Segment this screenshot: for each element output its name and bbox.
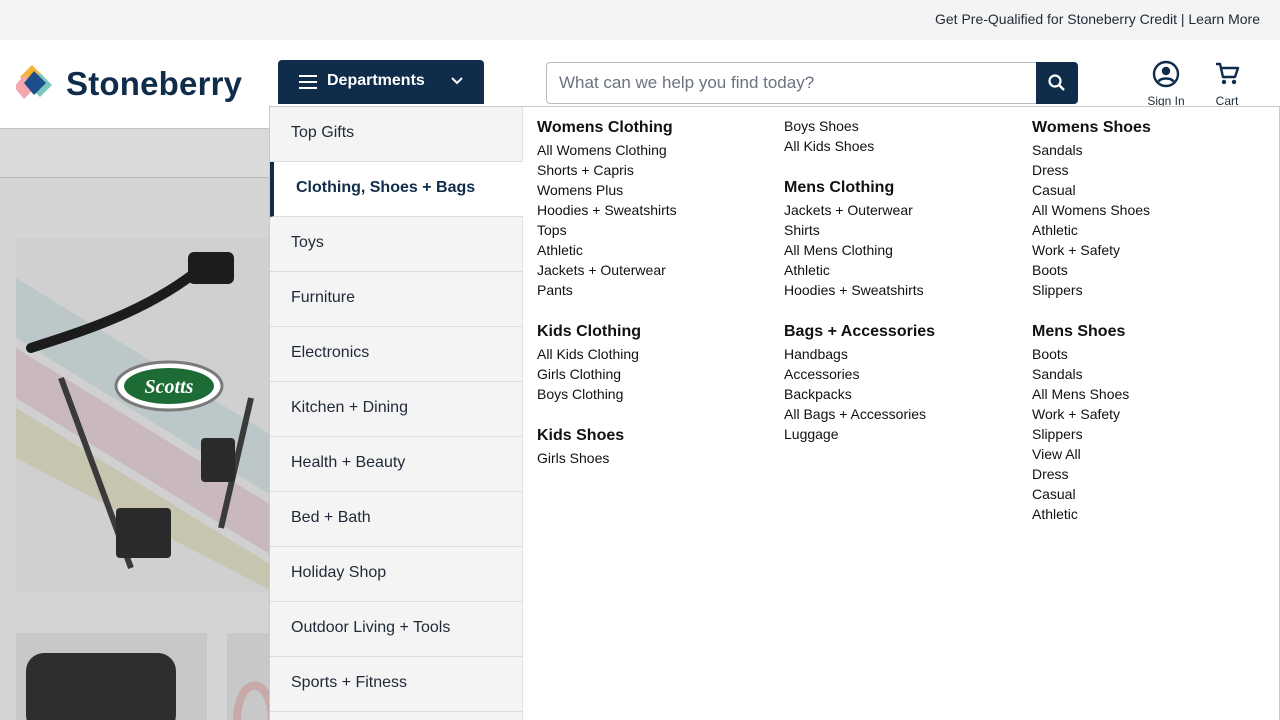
menu-link[interactable]: Womens Plus: [537, 182, 623, 198]
search-input[interactable]: [546, 62, 1036, 104]
group-title-bags-accessories[interactable]: Bags + Accessories: [784, 323, 935, 341]
menu-link[interactable]: All Kids Shoes: [784, 138, 874, 154]
departments-button[interactable]: Departments: [278, 60, 484, 104]
brand-name: Stoneberry: [66, 65, 243, 102]
menu-link[interactable]: Boots: [1032, 346, 1068, 362]
site-logo[interactable]: Stoneberry: [16, 63, 250, 107]
menu-link[interactable]: Tops: [537, 222, 567, 238]
menu-link[interactable]: Work + Safety: [1032, 406, 1120, 422]
menu-link[interactable]: Handbags: [784, 346, 848, 362]
menu-link[interactable]: View All: [1032, 446, 1081, 462]
menu-link[interactable]: Slippers: [1032, 426, 1083, 442]
hero-banner[interactable]: Scotts: [16, 238, 276, 593]
category-item[interactable]: Top Gifts: [270, 107, 523, 162]
menu-link[interactable]: Athletic: [1032, 506, 1078, 522]
category-label: Sports + Fitness: [291, 674, 408, 691]
menu-link[interactable]: Luggage: [784, 426, 839, 442]
search-bar: [546, 62, 1078, 104]
menu-link[interactable]: Athletic: [784, 262, 830, 278]
menu-link[interactable]: All Kids Clothing: [537, 346, 639, 362]
category-item[interactable]: Health + Beauty: [270, 437, 523, 492]
menu-link[interactable]: All Mens Shoes: [1032, 386, 1129, 402]
menu-link[interactable]: Jackets + Outerwear: [537, 262, 666, 278]
category-item[interactable]: Furniture: [270, 272, 523, 327]
category-item[interactable]: Holiday Shop: [270, 547, 523, 602]
menu-link[interactable]: Slippers: [1032, 282, 1083, 298]
category-label: Clothing, Shoes + Bags: [296, 179, 476, 196]
menu-link[interactable]: Sandals: [1032, 366, 1083, 382]
menu-link[interactable]: Accessories: [784, 366, 859, 382]
account-icon: [1152, 60, 1180, 88]
group-title-womens-clothing[interactable]: Womens Clothing: [537, 119, 673, 137]
credit-promo-text[interactable]: Get Pre-Qualified for Stoneberry Credit …: [935, 11, 1260, 27]
menu-link[interactable]: Girls Shoes: [537, 450, 609, 466]
chevron-down-icon: [451, 77, 463, 85]
menu-link[interactable]: Pants: [537, 282, 573, 298]
menu-link[interactable]: All Mens Clothing: [784, 242, 893, 258]
menu-link[interactable]: Athletic: [1032, 222, 1078, 238]
menu-link[interactable]: Casual: [1032, 182, 1076, 198]
menu-link[interactable]: All Womens Clothing: [537, 142, 667, 158]
menu-link[interactable]: Girls Clothing: [537, 366, 621, 382]
menu-link[interactable]: Shirts: [784, 222, 820, 238]
hamburger-icon: [299, 75, 317, 89]
departments-menu: Top Gifts Clothing, Shoes + Bags Toys Fu…: [269, 106, 1280, 720]
logo-mark-icon: [16, 65, 52, 99]
search-icon: [1048, 74, 1065, 91]
departments-label: Departments: [327, 72, 425, 89]
category-list: Top Gifts Clothing, Shoes + Bags Toys Fu…: [270, 107, 523, 720]
category-label: Electronics: [291, 344, 370, 361]
hero-image: [16, 238, 276, 593]
category-label: Outdoor Living + Tools: [291, 619, 451, 636]
category-item[interactable]: Electronics: [270, 327, 523, 382]
menu-link[interactable]: Shorts + Capris: [537, 162, 634, 178]
scotts-logo: Scotts: [144, 376, 194, 398]
sign-in-button[interactable]: Sign In: [1136, 60, 1196, 110]
menu-link[interactable]: Hoodies + Sweatshirts: [784, 282, 924, 298]
cart-icon: [1216, 62, 1240, 85]
menu-link[interactable]: All Bags + Accessories: [784, 406, 926, 422]
menu-link[interactable]: Boots: [1032, 262, 1068, 278]
search-button[interactable]: [1036, 62, 1078, 104]
category-item[interactable]: Kitchen + Dining: [270, 382, 523, 437]
product-card-recliner[interactable]: [16, 633, 207, 720]
credit-promo-link[interactable]: Get Pre-Qualified for Stoneberry Credit …: [935, 11, 1260, 27]
recliner-image: [26, 653, 176, 720]
menu-link[interactable]: Work + Safety: [1032, 242, 1120, 258]
category-item-active[interactable]: Clothing, Shoes + Bags: [270, 162, 523, 217]
category-item[interactable]: Bed + Bath: [270, 492, 523, 547]
menu-link[interactable]: Dress: [1032, 162, 1069, 178]
category-label: Bed + Bath: [291, 509, 371, 526]
category-label: Health + Beauty: [291, 454, 406, 471]
menu-link[interactable]: Dress: [1032, 466, 1069, 482]
category-item[interactable]: Sports + Fitness: [270, 657, 523, 712]
category-label: Furniture: [291, 289, 356, 306]
category-item[interactable]: Outdoor Living + Tools: [270, 602, 523, 657]
category-label: Top Gifts: [291, 124, 355, 141]
menu-link[interactable]: Jackets + Outerwear: [784, 202, 913, 218]
menu-link[interactable]: Athletic: [537, 242, 583, 258]
menu-link[interactable]: All Womens Shoes: [1032, 202, 1150, 218]
group-title-womens-shoes[interactable]: Womens Shoes: [1032, 119, 1151, 137]
group-title-mens-shoes[interactable]: Mens Shoes: [1032, 323, 1125, 341]
promo-bar: Get Pre-Qualified for Stoneberry Credit …: [0, 0, 1280, 40]
menu-link[interactable]: Sandals: [1032, 142, 1083, 158]
menu-link[interactable]: Hoodies + Sweatshirts: [537, 202, 677, 218]
cart-button[interactable]: Cart: [1197, 60, 1257, 110]
group-title-kids-clothing[interactable]: Kids Clothing: [537, 323, 641, 341]
menu-link[interactable]: Casual: [1032, 486, 1076, 502]
menu-link[interactable]: Boys Shoes: [784, 118, 859, 134]
group-title-kids-shoes[interactable]: Kids Shoes: [537, 427, 624, 445]
group-title-mens-clothing[interactable]: Mens Clothing: [784, 179, 894, 197]
category-item[interactable]: Toys: [270, 217, 523, 272]
menu-link[interactable]: Boys Clothing: [537, 386, 623, 402]
category-label: Kitchen + Dining: [291, 399, 408, 416]
category-label: Toys: [291, 234, 324, 251]
menu-link[interactable]: Backpacks: [784, 386, 852, 402]
category-label: Holiday Shop: [291, 564, 387, 581]
